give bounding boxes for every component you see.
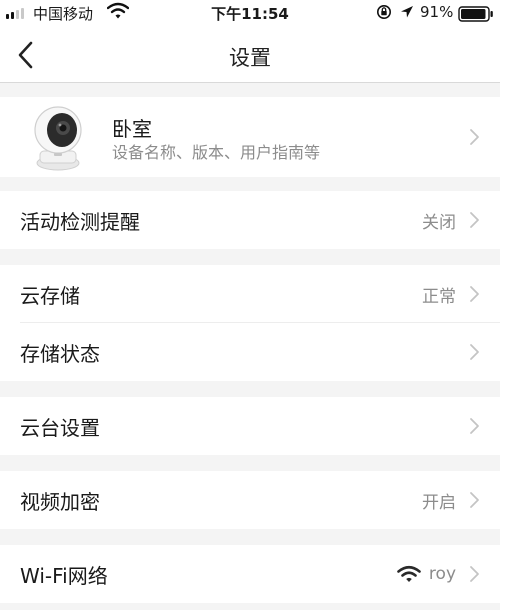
- device-subtitle: 设备名称、版本、用户指南等: [112, 143, 321, 162]
- cloud-storage-row[interactable]: 云存储 正常: [0, 265, 500, 323]
- video-encryption-label: 视频加密: [20, 489, 100, 514]
- wifi-network-row[interactable]: Wi-Fi网络 roy: [0, 545, 500, 603]
- device-name: 卧室: [112, 117, 152, 141]
- chevron-left-icon: [18, 41, 33, 69]
- chevron-right-icon: [470, 418, 479, 434]
- navigation-bar: 设置: [0, 28, 500, 83]
- cloud-storage-value: 正常: [422, 286, 456, 307]
- section-gap: [0, 381, 500, 397]
- chevron-right-icon: [470, 344, 479, 360]
- carrier-name: 中国移动: [33, 5, 94, 23]
- device-info-row[interactable]: 卧室 设备名称、版本、用户指南等: [0, 97, 500, 177]
- motion-alert-value: 关闭: [422, 212, 456, 233]
- wifi-network-status: roy: [397, 564, 456, 584]
- wifi-signal-icon: [397, 565, 421, 582]
- camera-device-image: [28, 103, 88, 173]
- ptz-settings-row[interactable]: 云台设置: [0, 397, 500, 455]
- section-gap: [0, 455, 500, 471]
- wifi-icon: [106, 2, 130, 24]
- signal-icon: [6, 8, 24, 19]
- motion-alert-row[interactable]: 活动检测提醒 关闭: [0, 191, 500, 249]
- chevron-right-icon: [470, 212, 479, 228]
- motion-alert-label: 活动检测提醒: [20, 209, 140, 234]
- battery-icon: [458, 6, 494, 26]
- settings-screen: 中国移动 下午11:54 91% 设置 卧室 设备名称、版本、用户指南等 活动检…: [0, 0, 505, 610]
- wifi-ssid: roy: [428, 564, 456, 584]
- chevron-right-icon: [470, 286, 479, 302]
- orientation-lock-icon: [376, 3, 392, 25]
- section-gap: [0, 529, 500, 545]
- ptz-settings-label: 云台设置: [20, 415, 100, 440]
- storage-status-label: 存储状态: [20, 341, 100, 366]
- section-gap: [0, 177, 500, 191]
- cloud-storage-label: 云存储: [20, 283, 80, 308]
- wifi-network-label: Wi-Fi网络: [20, 563, 108, 588]
- back-button[interactable]: [10, 38, 44, 72]
- video-encryption-row[interactable]: 视频加密 开启: [0, 471, 500, 529]
- settings-list: 卧室 设备名称、版本、用户指南等 活动检测提醒 关闭 云存储 正常 存储状态 云…: [0, 83, 500, 610]
- location-arrow-icon: [400, 3, 414, 25]
- chevron-right-icon: [470, 129, 479, 145]
- chevron-right-icon: [470, 492, 479, 508]
- section-gap: [0, 249, 500, 265]
- page-title: 设置: [229, 46, 271, 70]
- clock: 下午11:54: [211, 5, 289, 23]
- storage-status-row[interactable]: 存储状态: [0, 323, 500, 381]
- battery-percent: 91%: [420, 3, 454, 21]
- chevron-right-icon: [470, 566, 479, 582]
- section-gap: [0, 83, 500, 97]
- status-bar: 中国移动 下午11:54 91%: [0, 0, 500, 28]
- video-encryption-value: 开启: [422, 492, 456, 513]
